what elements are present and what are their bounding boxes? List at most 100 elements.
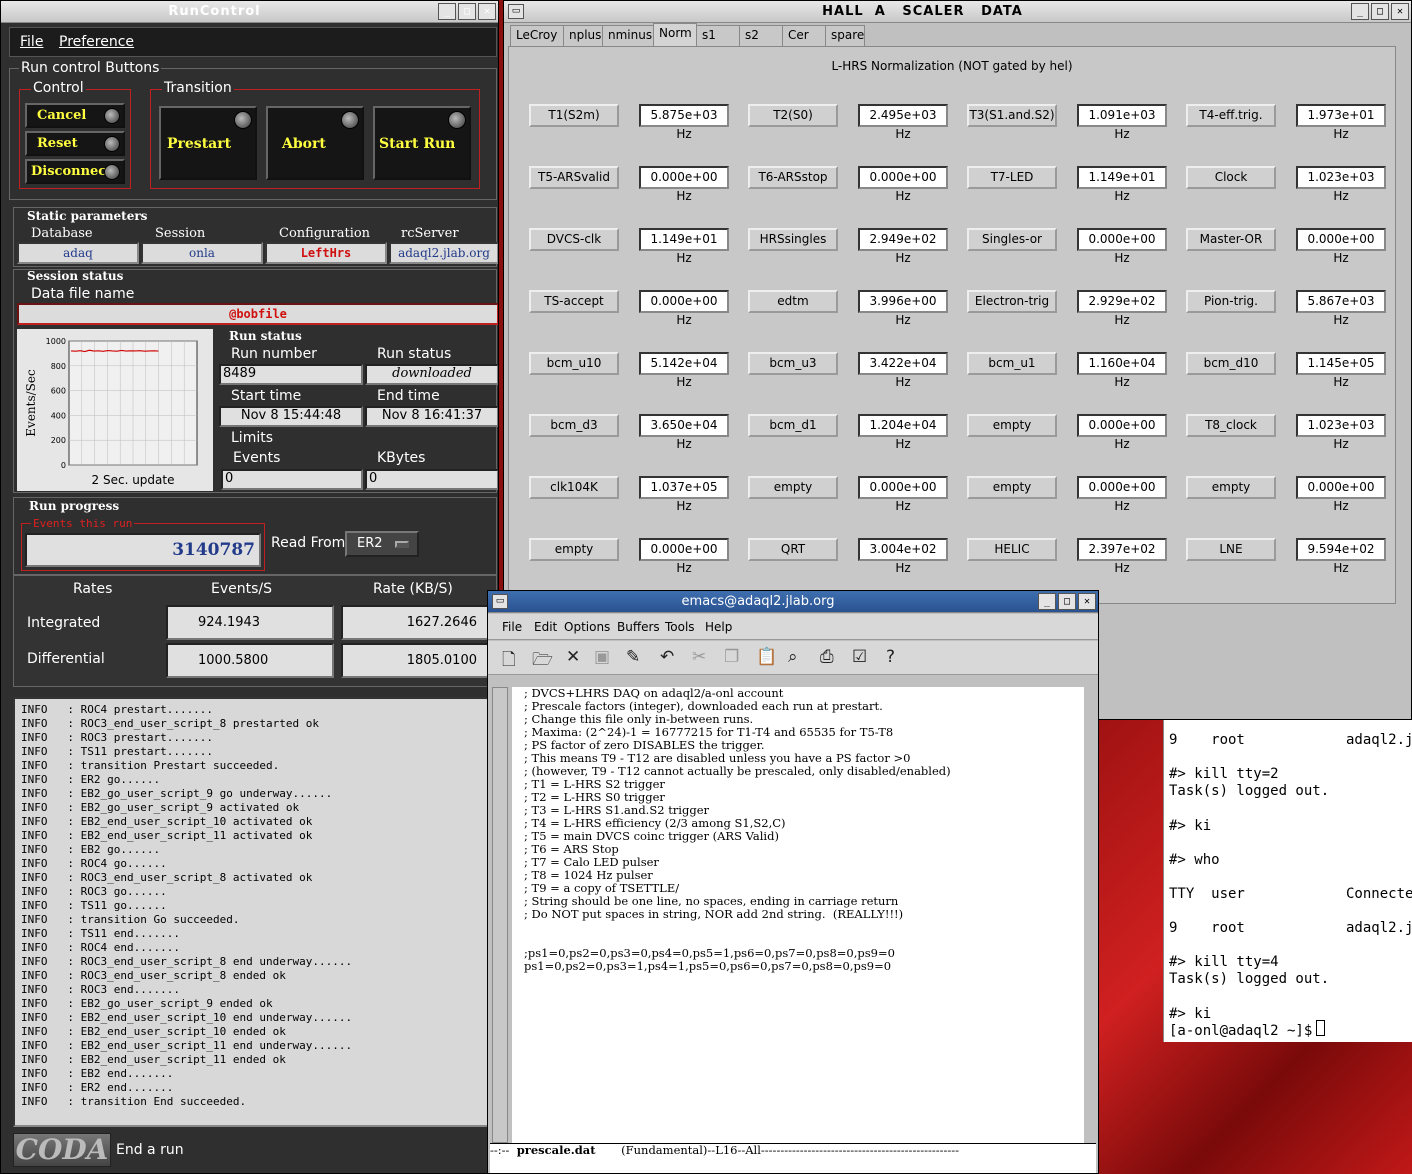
save-as-icon[interactable]: ✎ bbox=[626, 647, 640, 667]
scaler-label: Pion-trig. bbox=[1186, 290, 1276, 313]
cut-icon[interactable]: ✂ bbox=[692, 647, 706, 667]
tab-nminus[interactable]: nminus bbox=[602, 25, 654, 46]
prestart-label: Prestart bbox=[167, 136, 232, 152]
log-line: INFO : ROC3_end_user_script_8 activated … bbox=[21, 871, 313, 884]
tab-nplus[interactable]: nplus bbox=[563, 25, 603, 46]
scaler-label: DVCS-clk bbox=[529, 228, 619, 251]
help-icon[interactable]: ? bbox=[886, 647, 895, 667]
print-icon[interactable]: ⎙ bbox=[820, 647, 834, 667]
close-icon[interactable]: ✕ bbox=[1078, 593, 1096, 610]
abort-label: Abort bbox=[282, 136, 326, 152]
maximize-icon[interactable]: □ bbox=[1058, 593, 1076, 610]
close-icon[interactable]: ✕ bbox=[1391, 3, 1409, 20]
tab-s2[interactable]: s2 bbox=[739, 25, 783, 46]
scaler-value: 2.929e+02 Hz bbox=[1077, 290, 1167, 327]
y-tick-label: 400 bbox=[51, 411, 66, 420]
reset-button[interactable]: Reset bbox=[25, 131, 125, 156]
undo-icon[interactable]: ↶ bbox=[660, 647, 674, 667]
minimize-icon[interactable]: _ bbox=[1038, 593, 1056, 610]
scaler-label: empty bbox=[529, 538, 619, 561]
emacs-titlebar[interactable]: ▭ emacs@adaql2.jlab.org _ □ ✕ bbox=[488, 591, 1098, 613]
terminal-line: #> who bbox=[1169, 851, 1220, 868]
open-folder-icon[interactable]: 🗁 bbox=[532, 647, 553, 676]
scaler-value: 1.160e+04 Hz bbox=[1077, 352, 1167, 389]
scaler-label: TS-accept bbox=[529, 290, 619, 313]
paste-icon[interactable]: 📋 bbox=[756, 647, 777, 667]
close-buffer-icon[interactable]: ✕ bbox=[566, 647, 580, 667]
runcontrol-titlebar[interactable]: RunControl _ □ ✕ bbox=[1, 1, 498, 23]
run-status-header: Run status bbox=[229, 329, 302, 343]
menu-file[interactable]: File bbox=[20, 34, 43, 50]
tab-s1[interactable]: s1 bbox=[696, 25, 740, 46]
scaler-label: QRT bbox=[748, 538, 838, 561]
scaler-value: 0.000e+00 Hz bbox=[639, 538, 729, 575]
events-limit-input[interactable]: 0 bbox=[221, 469, 363, 490]
start-run-button[interactable]: Start Run bbox=[373, 106, 471, 180]
datafile-value: @bobfile bbox=[17, 303, 498, 325]
emacs-menu-edit[interactable]: Edit bbox=[534, 620, 557, 634]
log-line: INFO : EB2_end_user_script_10 end underw… bbox=[21, 1011, 353, 1024]
maximize-icon[interactable]: □ bbox=[1371, 3, 1389, 20]
emacs-menu-tools[interactable]: Tools bbox=[665, 620, 695, 634]
log-line: INFO : ER2 end....... bbox=[21, 1081, 174, 1094]
scaler-label: clk104K bbox=[529, 476, 619, 499]
emacs-scrollbar[interactable] bbox=[492, 687, 508, 1143]
kbytes-limit-label: KBytes bbox=[377, 450, 426, 466]
emacs-menu-help[interactable]: Help bbox=[705, 620, 732, 634]
reset-label: Reset bbox=[37, 136, 78, 151]
dropdown-icon bbox=[395, 541, 409, 548]
cancel-label: Cancel bbox=[37, 108, 87, 123]
cancel-button[interactable]: Cancel bbox=[25, 103, 125, 128]
log-line: INFO : ER2 go...... bbox=[21, 773, 161, 786]
run-number-label: Run number bbox=[231, 346, 317, 362]
preferences-icon[interactable]: ☑ bbox=[852, 647, 867, 667]
kbytes-limit-input[interactable]: 0 bbox=[365, 469, 498, 490]
modeline-prefix: --:-- bbox=[490, 1143, 517, 1157]
window-title: emacs@adaql2.jlab.org bbox=[681, 594, 835, 609]
coda-logo: CODA bbox=[13, 1133, 111, 1167]
menu-preference[interactable]: Preference bbox=[59, 34, 134, 50]
tab-lecroy[interactable]: LeCroy bbox=[510, 25, 564, 46]
minimize-icon[interactable]: _ bbox=[1351, 3, 1369, 20]
prestart-button[interactable]: Prestart bbox=[159, 106, 257, 180]
scaler-value: 1.037e+05 Hz bbox=[639, 476, 729, 513]
tab-spare[interactable]: spare bbox=[825, 25, 865, 46]
emacs-text-area[interactable]: ; DVCS+LHRS DAQ on adaql2/a-onl account;… bbox=[512, 687, 1084, 1143]
terminal-window[interactable]: 9 root adaql2.jla #> kill tty=2 Task(s) lo… bbox=[1163, 720, 1412, 1042]
terminal-line: Task(s) logged out. bbox=[1169, 783, 1330, 800]
scaler-value: 1.149e+01 Hz bbox=[639, 228, 729, 265]
read-from-select[interactable]: ER2 bbox=[345, 531, 419, 557]
log-line: INFO : ROC3_end_user_script_8 prestarted… bbox=[21, 717, 320, 730]
abort-button[interactable]: Abort bbox=[266, 106, 364, 180]
window-title: HALL A SCALER DATA bbox=[822, 4, 1023, 19]
maximize-icon[interactable]: □ bbox=[458, 3, 476, 20]
integrated-events-value: 924.1943 bbox=[166, 605, 334, 640]
led-icon bbox=[234, 111, 252, 129]
events-limit-label: Events bbox=[233, 450, 281, 466]
tab-norm[interactable]: Norm bbox=[653, 23, 697, 46]
emacs-minibuffer[interactable] bbox=[490, 1157, 1096, 1173]
save-icon[interactable]: ▣ bbox=[594, 647, 610, 667]
log-line: INFO : EB2_go_user_script_9 activated ok bbox=[21, 801, 300, 814]
y-tick-label: 0 bbox=[61, 461, 66, 470]
copy-icon[interactable]: ❐ bbox=[724, 647, 739, 667]
end-time-value: Nov 8 16:41:37 bbox=[365, 406, 498, 427]
emacs-menu-buffers[interactable]: Buffers bbox=[617, 620, 660, 634]
disconnect-button[interactable]: Disconnect bbox=[25, 159, 125, 184]
scaler-value: 0.000e+00 Hz bbox=[1296, 228, 1386, 265]
message-log[interactable]: INFO : ROC4 prestart....... INFO : ROC3_e… bbox=[13, 697, 497, 1127]
emacs-toolbar: 🗋 🗁 ✕ ▣ ✎ ↶ ✂ ❐ 📋 ⌕ ⎙ ☑ ? bbox=[488, 641, 1098, 675]
minimize-icon[interactable]: _ bbox=[438, 3, 456, 20]
tab-cer[interactable]: Cer bbox=[782, 25, 826, 46]
emacs-menu-options[interactable]: Options bbox=[564, 620, 610, 634]
log-line: INFO : transition Go succeeded. bbox=[21, 913, 240, 926]
scaler-label: bcm_u3 bbox=[748, 352, 838, 375]
new-file-icon[interactable]: 🗋 bbox=[502, 647, 516, 676]
scaler-titlebar[interactable]: ▭ HALL A SCALER DATA _ □ ✕ bbox=[504, 1, 1411, 23]
search-icon[interactable]: ⌕ bbox=[788, 647, 798, 667]
status-text: End a run bbox=[116, 1142, 184, 1158]
emacs-menu-file[interactable]: File bbox=[502, 620, 522, 634]
close-icon[interactable]: ✕ bbox=[478, 3, 496, 20]
scaler-value: 2.949e+02 Hz bbox=[858, 228, 948, 265]
log-line: INFO : transition Prestart succeeded. bbox=[21, 759, 280, 772]
